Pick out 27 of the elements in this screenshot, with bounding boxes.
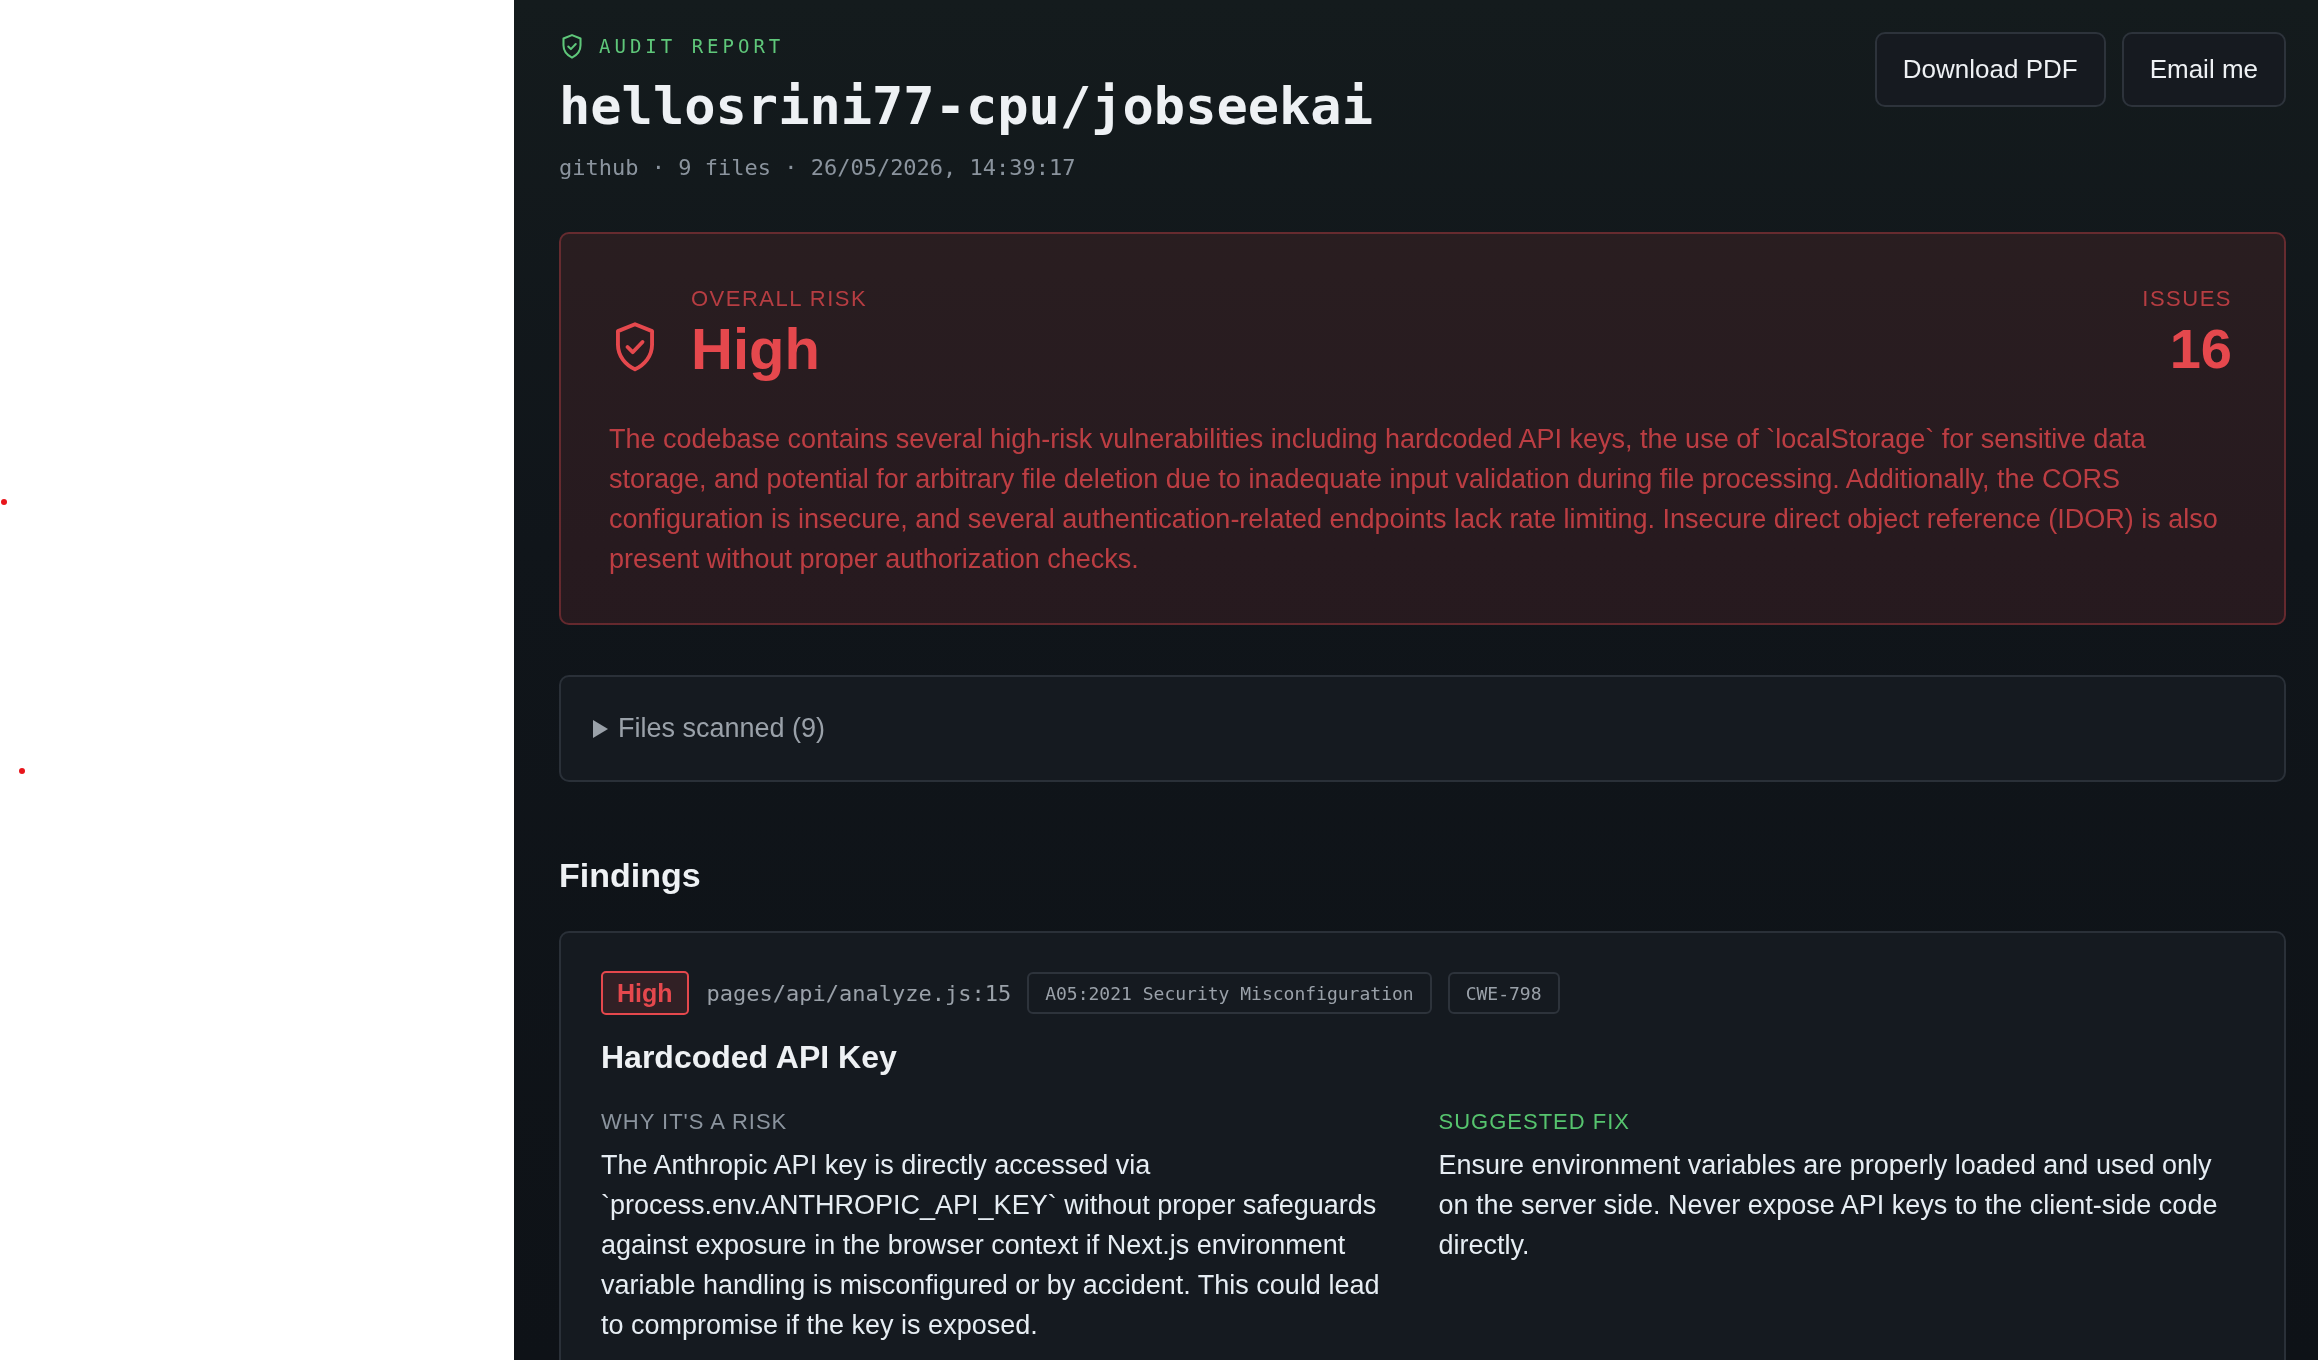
overall-risk-label: OVERALL RISK: [691, 285, 869, 313]
shield-check-icon: [562, 33, 582, 59]
triangle-icon: [593, 719, 608, 738]
report-meta: github · 9 files · 26/05/2026, 14:39:17: [559, 154, 1077, 182]
tag: A05:2021 Security Misconfiguration: [1027, 972, 1432, 1014]
issues-count: 16: [2169, 316, 2232, 382]
eyebrow-label: AUDIT REPORT: [599, 35, 785, 57]
tag: CWE-798: [1447, 972, 1560, 1014]
file-location: pages/api/analyze.js:15: [706, 980, 1012, 1006]
issues-label: ISSUES: [2142, 285, 2232, 313]
severity-badge: High: [601, 971, 689, 1015]
action-button[interactable]: Download PDF: [1874, 32, 2106, 107]
finding-title: Hardcoded API Key: [601, 1038, 898, 1077]
dot-icon: [1, 499, 7, 505]
action-button[interactable]: Email me: [2121, 32, 2286, 107]
files-scanned-panel[interactable]: Files scanned (9): [559, 675, 2286, 782]
risk-text: The Anthropic API key is directly accessed via `process.env.ANTHROPIC_API_KEY` without proper safeguards against exposure in the browser context if Next.js environment variable handling is misconfigured or by accident. This could lead to compromise if the key is exposed.: [601, 1149, 1381, 1342]
risk-summary-text: The codebase contains several high-risk vulnerabilities including hardcoded API keys, the use of `localStorage` for sensitive data storage, and potential for arbitrary file deletion due to inadequate input validation during file processing. Additionally, the CORS configuration is insecure, and several authentication-related endpoints lack rate limiting. Insecure direct object reference (IDOR) is also present without proper authorization checks.: [609, 423, 2219, 576]
findings-heading: Findings: [559, 855, 702, 896]
risk-label: WHY IT'S A RISK: [601, 1108, 789, 1136]
fix-label: SUGGESTED FIX: [1438, 1108, 1631, 1136]
files-scanned-label: Files scanned (9): [618, 713, 826, 744]
overall-risk-value: High: [691, 315, 821, 383]
shield-check-icon: [615, 322, 655, 372]
repo-title: hellosrini77-cpu/jobseekai: [559, 75, 1373, 137]
fix-text: Ensure environment variables are properly loaded and used only on the server side. Never expose API keys to the client-side code directly.: [1438, 1149, 2219, 1262]
dot-icon: [19, 768, 25, 774]
